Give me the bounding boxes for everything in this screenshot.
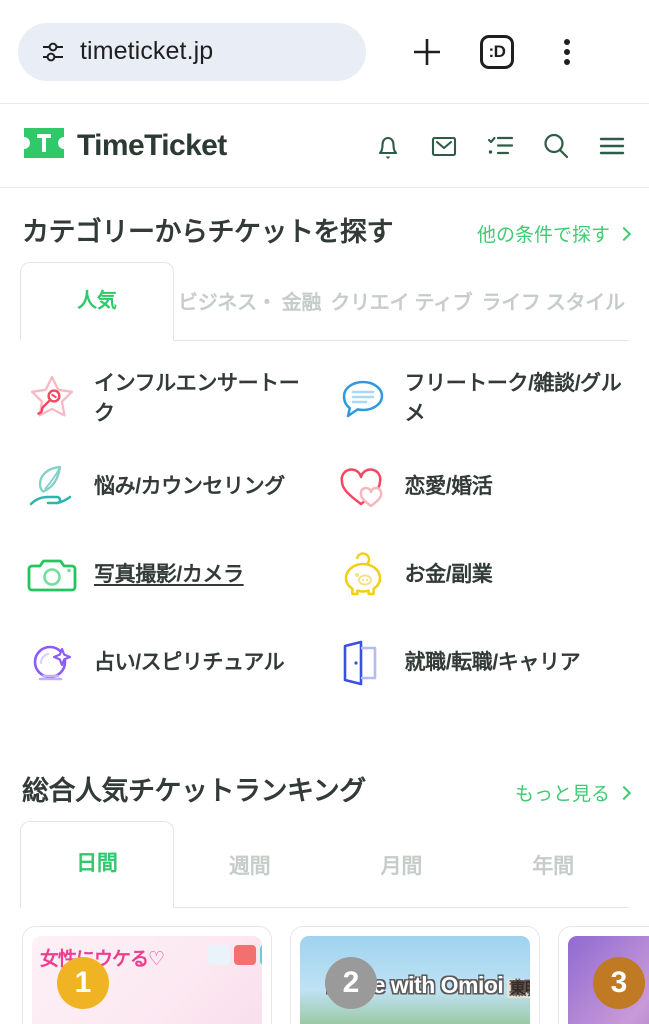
ranking-thumbnail-tag: 東明 (507, 979, 530, 998)
chevron-right-icon (616, 785, 632, 800)
ranking-more-label: もっと見る (514, 784, 610, 805)
category-grid: インフルエンサートーク フリートーク/雑談/グルメ 悩み/カウンセリング 恋愛/… (0, 341, 649, 707)
chevron-right-icon (616, 226, 632, 241)
category-item-romance[interactable]: 恋愛/婚活 (325, 443, 636, 531)
camera-icon (24, 547, 80, 603)
rank-badge: 3 (593, 957, 645, 1009)
category-item-label: 就職/転職/キャリア (404, 651, 581, 675)
browser-actions: :D (392, 23, 602, 81)
site-header: TimeTicket (0, 104, 649, 188)
category-item-influencer-talk[interactable]: インフルエンサートーク (14, 355, 325, 443)
header-icon-group (369, 127, 631, 165)
app-logo-row (208, 945, 262, 965)
leaf-hand-icon (24, 459, 80, 515)
ranking-card-2[interactable]: Raise with Omioi東明 2 (290, 926, 540, 1024)
new-tab-button[interactable] (392, 23, 462, 81)
ranking-tabs: 日間 週間 月間 年間 (20, 821, 629, 908)
tab-ranking-daily[interactable]: 日間 (20, 821, 174, 908)
ticket-logo-icon (22, 126, 66, 165)
tab-switcher-button[interactable]: :D (462, 23, 532, 81)
category-item-label: 占い/スピリチュアル (94, 651, 285, 675)
tab-category-creative[interactable]: クリエイ ティブ (326, 268, 478, 340)
heart-icon (335, 459, 391, 515)
category-item-label: 写真撮影/カメラ (94, 563, 244, 587)
site-logo-link[interactable]: TimeTicket (22, 126, 227, 165)
search-icon[interactable] (537, 127, 575, 165)
tab-category-popular[interactable]: 人気 (20, 262, 174, 341)
ranking-section-title: 総合人気チケットランキング (22, 776, 366, 806)
rank-badge: 2 (325, 957, 377, 1009)
star-microphone-icon (24, 371, 80, 427)
rank-badge: 1 (57, 957, 109, 1009)
ranking-card-1[interactable]: 女性にウケる♡ 1 (22, 926, 272, 1024)
category-section-title: カテゴリーからチケットを探す (22, 217, 394, 247)
url-text: timeticket.jp (80, 37, 214, 65)
tab-category-business[interactable]: ビジネス・ 金融 (174, 268, 326, 340)
crystal-ball-icon (24, 635, 80, 691)
category-section-header: カテゴリーからチケットを探す 他の条件で探す (0, 188, 649, 263)
category-item-label: インフルエンサートーク (94, 372, 300, 425)
category-item-label: 恋愛/婚活 (404, 475, 493, 499)
category-item-label: 悩み/カウンセリング (94, 475, 285, 499)
notification-bell-icon[interactable] (369, 127, 407, 165)
ranking-section-header: 総合人気チケットランキング もっと見る (0, 747, 649, 822)
hamburger-menu-icon[interactable] (593, 127, 631, 165)
browser-menu-button[interactable] (532, 23, 602, 81)
ranking-more-link[interactable]: もっと見る (514, 779, 632, 806)
category-item-label: お金/副業 (404, 563, 493, 587)
category-item-free-talk[interactable]: フリートーク/雑談/グルメ (325, 355, 636, 443)
page-info-icon[interactable] (40, 39, 66, 65)
tab-ranking-weekly[interactable]: 週間 (174, 827, 326, 907)
mail-envelope-icon[interactable] (425, 127, 463, 165)
category-item-counseling[interactable]: 悩み/カウンセリング (14, 443, 325, 531)
category-more-label: 他の条件で探す (476, 225, 610, 246)
address-bar[interactable]: timeticket.jp (18, 22, 366, 81)
category-item-fortune-telling[interactable]: 占い/スピリチュアル (14, 619, 325, 707)
open-door-icon (335, 635, 391, 691)
tab-ranking-monthly[interactable]: 月間 (326, 827, 478, 907)
three-dot-menu-icon (564, 38, 570, 65)
todo-list-icon[interactable] (481, 127, 519, 165)
piggy-bank-icon (335, 547, 391, 603)
ranking-card-row: 女性にウケる♡ 1 Raise with Omioi東明 2 3 (0, 908, 649, 1024)
category-tabs: 人気 ビジネス・ 金融 クリエイ ティブ ライフ スタイル (20, 262, 629, 341)
category-item-career[interactable]: 就職/転職/キャリア (325, 619, 636, 707)
category-item-money[interactable]: お金/副業 (325, 531, 636, 619)
ranking-card-3[interactable]: 3 (558, 926, 649, 1024)
browser-toolbar: timeticket.jp :D (0, 0, 649, 104)
tab-count-label: :D (480, 34, 514, 69)
brand-name: TimeTicket (77, 128, 227, 162)
category-more-link[interactable]: 他の条件で探す (476, 220, 632, 247)
tab-category-lifestyle[interactable]: ライフ スタイル (477, 268, 629, 340)
speech-bubble-icon (335, 371, 391, 427)
category-item-label: フリートーク/雑談/グルメ (404, 372, 622, 425)
category-item-photography[interactable]: 写真撮影/カメラ (14, 531, 325, 619)
tab-ranking-yearly[interactable]: 年間 (477, 827, 629, 907)
